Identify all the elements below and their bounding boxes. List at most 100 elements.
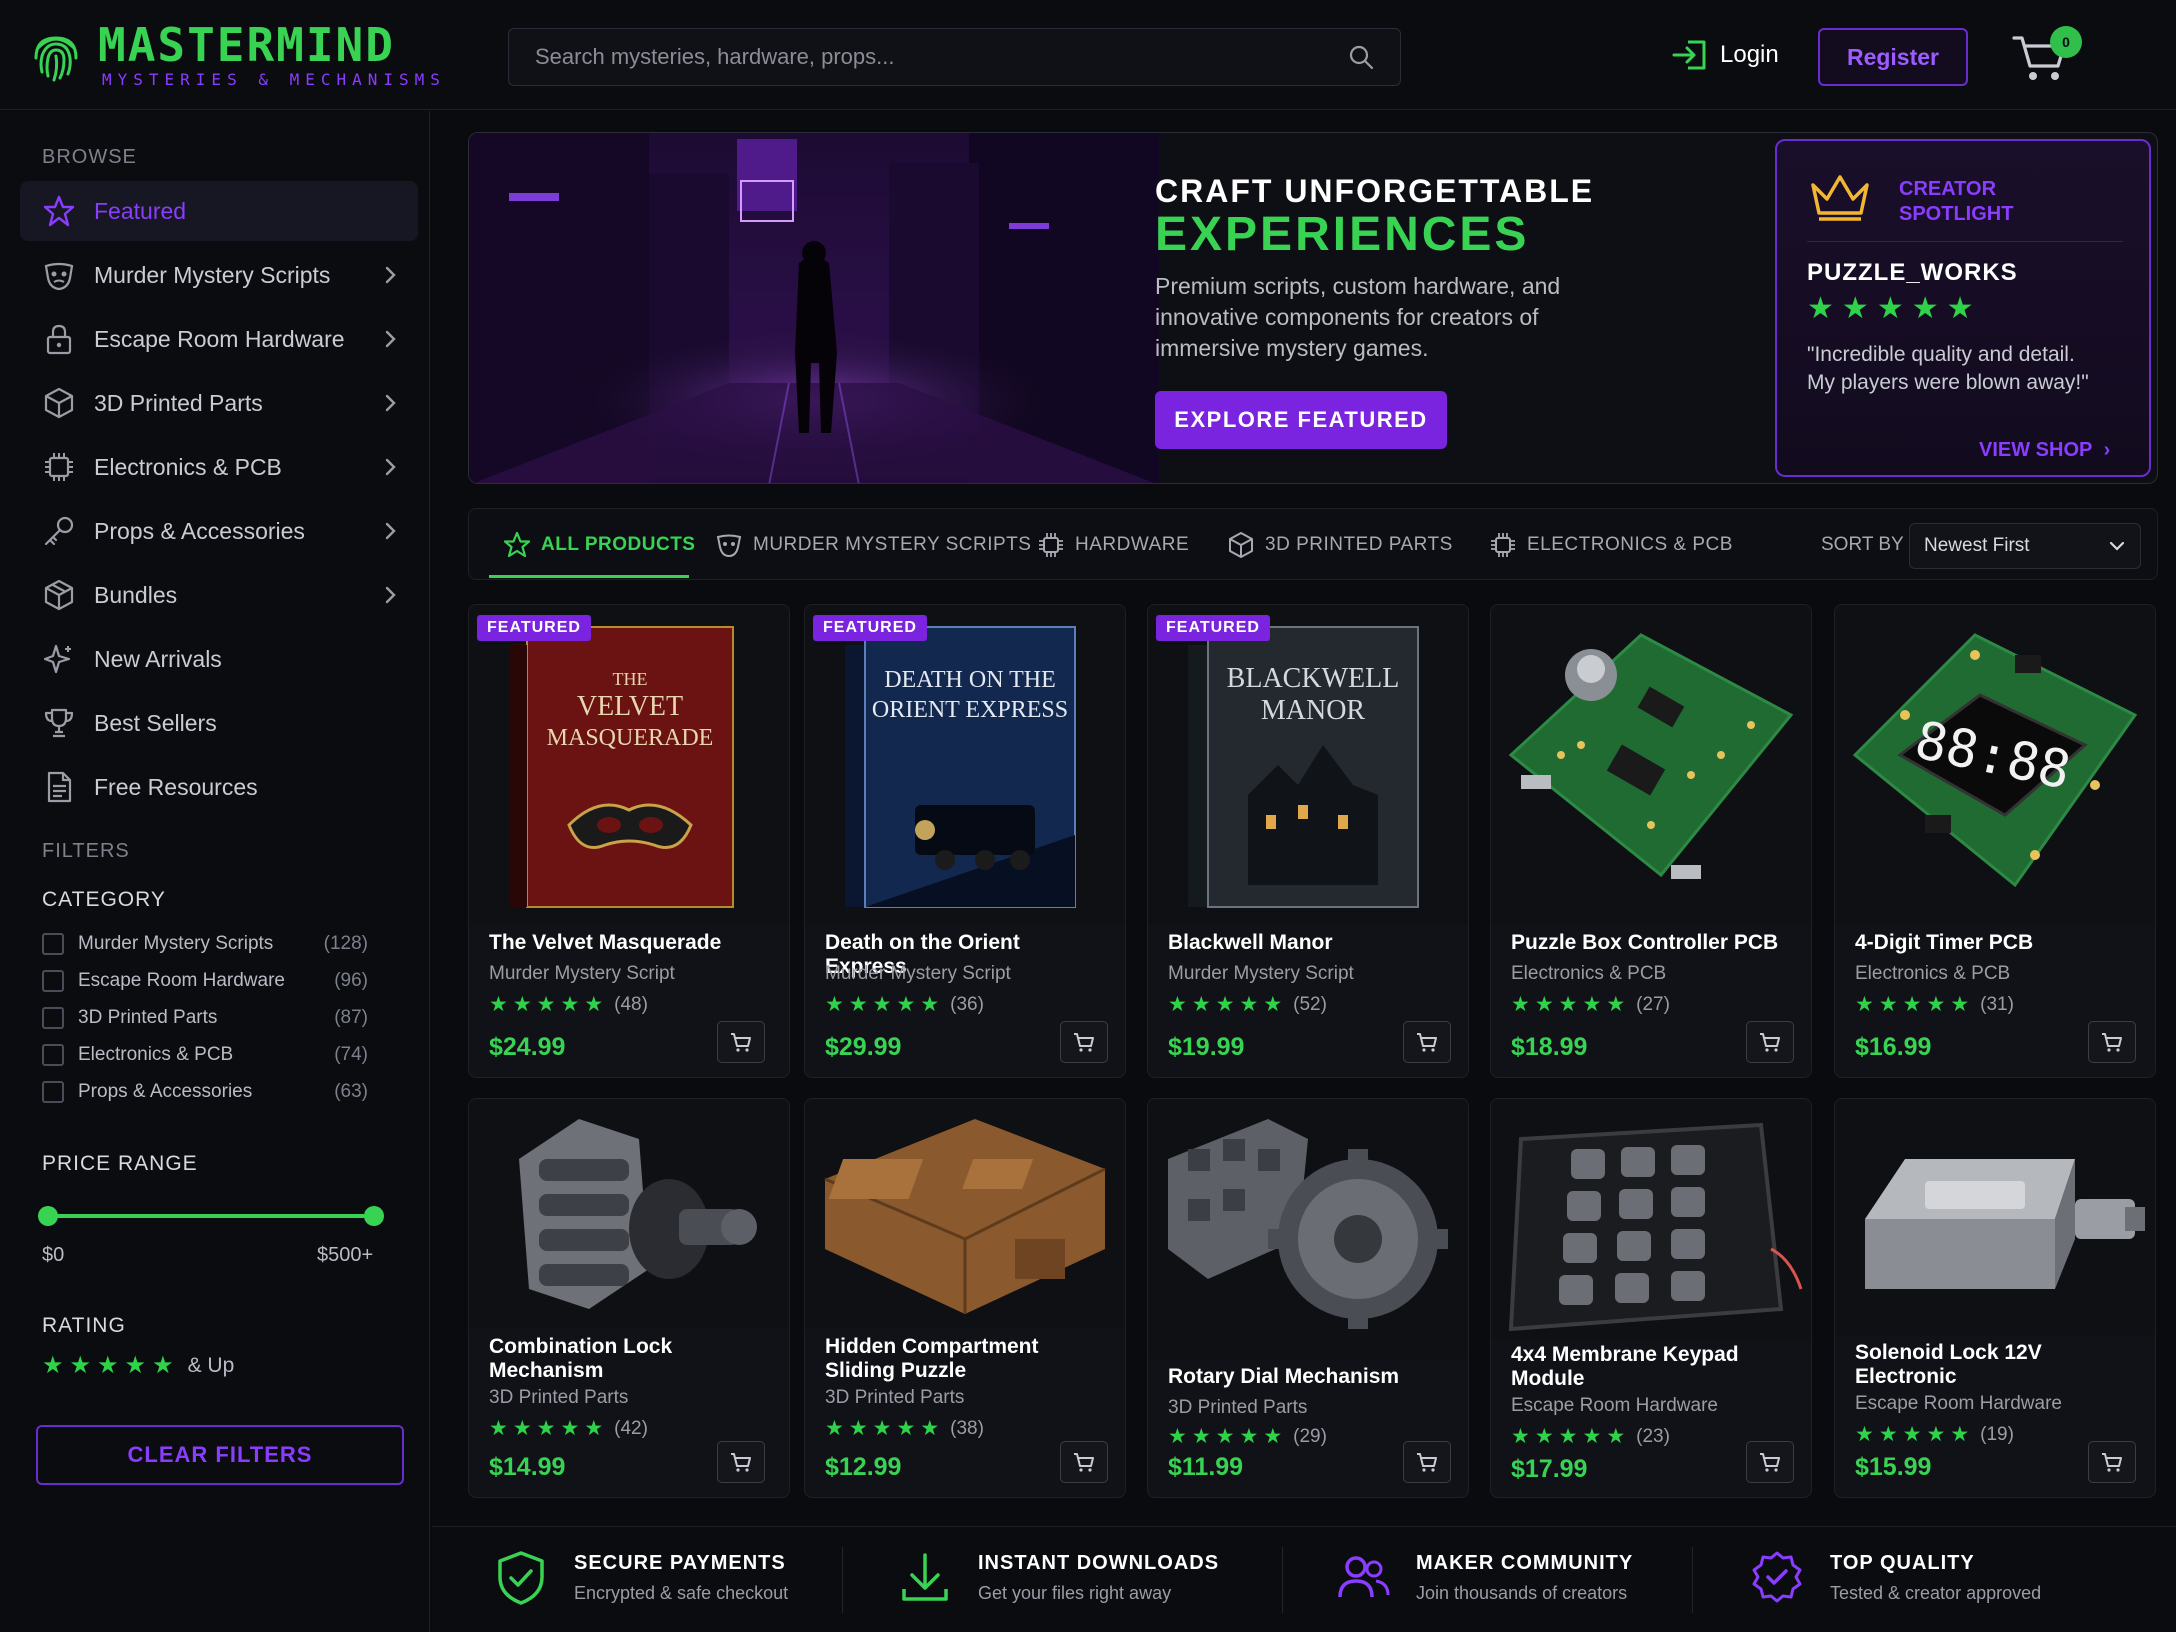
checkbox[interactable] — [42, 1007, 64, 1029]
product-card[interactable]: Puzzle Box Controller PCB Electronics & … — [1490, 604, 1812, 1078]
product-card[interactable]: 88:88 4-Digit Timer PCB Electronics & PC… — [1834, 604, 2156, 1078]
feature-top-quality: TOP QUALITY Tested & creator approved — [1748, 1549, 2041, 1607]
chevron-down-icon — [2109, 541, 2125, 551]
rating-filter[interactable]: ★ ★ ★ ★ ★ & Up — [42, 1354, 234, 1378]
add-to-cart-button[interactable] — [1746, 1021, 1794, 1063]
register-button[interactable]: Register — [1818, 28, 1968, 86]
crown-icon — [1811, 175, 1869, 221]
checkbox[interactable] — [42, 1081, 64, 1103]
product-card[interactable]: Hidden Compartment Sliding Puzzle 3D Pri… — [804, 1098, 1126, 1498]
brand-logo[interactable]: MASTERMIND MYSTERIES & MECHANISMS — [28, 22, 446, 89]
cart-icon — [1760, 1453, 1780, 1472]
price-min-handle[interactable] — [38, 1206, 58, 1226]
explore-featured-button[interactable]: EXPLORE FEATURED — [1155, 391, 1447, 449]
add-to-cart-button[interactable] — [1403, 1441, 1451, 1483]
product-name[interactable]: Solenoid Lock 12V Electronic — [1855, 1341, 2135, 1389]
checkbox[interactable] — [42, 933, 64, 955]
spotlight-quote: "Incredible quality and detail. My playe… — [1807, 343, 2089, 394]
product-category: Electronics & PCB — [1511, 963, 1667, 984]
product-name[interactable]: Rotary Dial Mechanism — [1168, 1365, 1448, 1389]
tab-hardware[interactable]: HARDWARE — [1037, 509, 1189, 581]
product-card[interactable]: BLACKWELL MANOR FEATURED Blackwell Manor… — [1147, 604, 1469, 1078]
price-range-slider[interactable] — [48, 1214, 374, 1218]
sidebar-item-featured[interactable]: Featured — [20, 181, 418, 241]
category-filter-row[interactable]: Escape Room Hardware (96) — [42, 966, 368, 996]
chip-icon — [1491, 533, 1515, 557]
product-name[interactable]: 4-Digit Timer PCB — [1855, 931, 2135, 955]
rating-stars: ★ ★ ★ ★ ★ — [42, 1352, 174, 1379]
category-filter-row[interactable]: Electronics & PCB (74) — [42, 1040, 368, 1070]
sort-select[interactable]: Newest First — [1909, 523, 2141, 569]
sidebar-item-electronics-pcb[interactable]: Electronics & PCB — [20, 437, 418, 497]
featured-badge: FEATURED — [813, 615, 927, 641]
add-to-cart-button[interactable] — [1060, 1021, 1108, 1063]
download-icon — [902, 1553, 948, 1601]
svg-text:DEATH ON THE: DEATH ON THE — [884, 667, 1056, 693]
review-count: (36) — [950, 994, 984, 1015]
clear-filters-button[interactable]: CLEAR FILTERS — [36, 1425, 404, 1485]
search-input[interactable]: Search mysteries, hardware, props... — [508, 28, 1401, 86]
product-price: $16.99 — [1855, 1033, 1932, 1061]
svg-text:VELVET: VELVET — [577, 691, 683, 722]
add-to-cart-button[interactable] — [717, 1441, 765, 1483]
sidebar-item-props-accessories[interactable]: Props & Accessories — [20, 501, 418, 561]
category-count: (128) — [323, 933, 368, 954]
category-filter-row[interactable]: Props & Accessories (63) — [42, 1077, 368, 1107]
spotlight-label: CREATOR SPOTLIGHT — [1899, 178, 2014, 225]
review-count: (52) — [1293, 994, 1327, 1015]
product-name[interactable]: Puzzle Box Controller PCB — [1511, 931, 1791, 955]
product-name[interactable]: The Velvet Masquerade — [489, 931, 769, 955]
sidebar-item-label: 3D Printed Parts — [94, 389, 263, 416]
tab-label: 3D PRINTED PARTS — [1265, 534, 1453, 555]
category-heading: CATEGORY — [42, 888, 166, 911]
login-button[interactable]: Login — [1670, 38, 1779, 72]
price-max-handle[interactable] — [364, 1206, 384, 1226]
add-to-cart-button[interactable] — [2088, 1441, 2136, 1483]
product-image — [1491, 605, 1811, 925]
product-card[interactable]: Solenoid Lock 12V Electronic Escape Room… — [1834, 1098, 2156, 1498]
product-name[interactable]: Blackwell Manor — [1168, 931, 1448, 955]
tab-electronics-pcb[interactable]: ELECTRONICS & PCB — [1489, 509, 1733, 581]
tab-3d-printed-parts[interactable]: 3D PRINTED PARTS — [1227, 509, 1453, 581]
product-image — [469, 1099, 789, 1329]
category-filter-row[interactable]: Murder Mystery Scripts (128) — [42, 929, 368, 959]
sidebar-item-murder-mystery-scripts[interactable]: Murder Mystery Scripts — [20, 245, 418, 305]
add-to-cart-button[interactable] — [1746, 1441, 1794, 1483]
add-to-cart-button[interactable] — [1403, 1021, 1451, 1063]
view-shop-link[interactable]: VIEW SHOP › — [1979, 439, 2110, 462]
add-to-cart-button[interactable] — [1060, 1441, 1108, 1483]
product-image: THE VELVET MASQUERADE — [469, 605, 789, 925]
search-icon[interactable] — [1348, 44, 1374, 70]
sidebar-item-new-arrivals[interactable]: New Arrivals — [20, 629, 418, 689]
sidebar-item-3d-printed-parts[interactable]: 3D Printed Parts — [20, 373, 418, 433]
add-to-cart-button[interactable] — [717, 1021, 765, 1063]
review-count: (19) — [1980, 1424, 2014, 1445]
product-name[interactable]: 4x4 Membrane Keypad Module — [1511, 1343, 1791, 1391]
product-card[interactable]: DEATH ON THE ORIENT EXPRESS FEATURED Dea… — [804, 604, 1126, 1078]
product-card[interactable]: 4x4 Membrane Keypad Module Escape Room H… — [1490, 1098, 1812, 1498]
tab-all-products[interactable]: ALL PRODUCTS — [503, 509, 695, 581]
product-price: $12.99 — [825, 1453, 902, 1481]
product-card[interactable]: Rotary Dial Mechanism 3D Printed Parts ★… — [1147, 1098, 1469, 1498]
review-count: (42) — [614, 1418, 648, 1439]
product-name[interactable]: Hidden Compartment Sliding Puzzle — [825, 1335, 1105, 1383]
category-filter-row[interactable]: 3D Printed Parts (87) — [42, 1003, 368, 1033]
sidebar-item-escape-room-hardware[interactable]: Escape Room Hardware — [20, 309, 418, 369]
rating-stars: ★ ★ ★ ★ ★ — [1168, 993, 1283, 1016]
sidebar-item-best-sellers[interactable]: Best Sellers — [20, 693, 418, 753]
spotlight-divider — [1807, 241, 2123, 242]
cube-icon — [1229, 532, 1253, 558]
tab-label: ELECTRONICS & PCB — [1527, 534, 1733, 555]
checkbox[interactable] — [42, 1044, 64, 1066]
add-to-cart-button[interactable] — [2088, 1021, 2136, 1063]
sidebar-item-bundles[interactable]: Bundles — [20, 565, 418, 625]
tab-murder-mystery-scripts[interactable]: MURDER MYSTERY SCRIPTS — [715, 509, 1031, 581]
checkbox[interactable] — [42, 970, 64, 992]
divider — [1282, 1547, 1283, 1613]
sidebar-item-free-resources[interactable]: Free Resources — [20, 757, 418, 817]
product-card[interactable]: Combination Lock Mechanism 3D Printed Pa… — [468, 1098, 790, 1498]
product-card[interactable]: THE VELVET MASQUERADE FEATURED The Velve… — [468, 604, 790, 1078]
product-name[interactable]: Combination Lock Mechanism — [489, 1335, 769, 1383]
hero-kicker: CRAFT UNFORGETTABLE — [1155, 173, 1595, 209]
review-count: (38) — [950, 1418, 984, 1439]
